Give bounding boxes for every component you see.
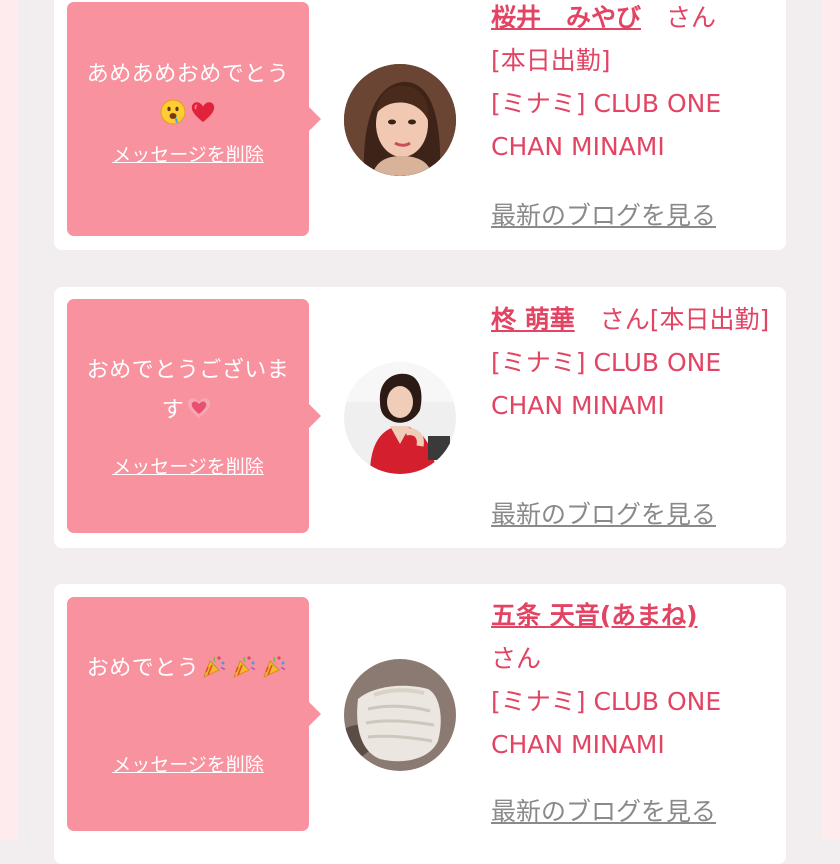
work-status: [本日出勤] xyxy=(649,305,770,334)
message-text: あめあめおめでとう xyxy=(77,55,299,135)
shop-line: [ミナミ] CLUB ONE CHAN MINAMI xyxy=(491,680,781,766)
latest-blog-link[interactable]: 最新のブログを見る xyxy=(491,196,716,232)
message-bubble: おめでとう メッセージを削除 xyxy=(67,597,321,831)
honorific: さん xyxy=(491,644,542,673)
cast-name-line: 桜井 みやび さん xyxy=(491,0,781,39)
party-popper-emoji-icon xyxy=(261,653,287,679)
woman-red-dress-avatar-icon xyxy=(344,362,456,474)
party-popper-emoji-icon xyxy=(201,653,227,679)
party-popper-emoji-icon xyxy=(231,653,257,679)
honorific: さん xyxy=(599,305,650,334)
shop-area: [ミナミ] xyxy=(491,687,586,716)
message-card: おめでとうございます メッセージを削除 柊 萌華 さん[本日出勤] [ミナミ] … xyxy=(54,287,786,548)
drooling-face-emoji-icon xyxy=(160,99,186,125)
message-bubble: あめあめおめでとう メッセージを削除 xyxy=(67,2,321,236)
cast-name-link[interactable]: 桜井 みやび xyxy=(491,3,641,32)
avatar[interactable] xyxy=(344,362,456,474)
woman-selfie-avatar-icon xyxy=(344,64,456,176)
delete-message-link[interactable]: メッセージを削除 xyxy=(67,140,309,167)
shop-area: [ミナミ] xyxy=(491,89,586,118)
work-status: [本日出勤] xyxy=(491,46,611,75)
message-card: おめでとう メッセージを削除 五条 天音(あまね) さん [ミナミ] CLUB … xyxy=(54,584,786,864)
cast-name-line: 五条 天音(あまね) xyxy=(491,594,781,637)
message-text: おめでとう xyxy=(77,649,299,689)
growing-heart-emoji-icon xyxy=(186,395,212,421)
message-text-body: おめでとう xyxy=(86,656,200,681)
shop-line: [ミナミ] CLUB ONE CHAN MINAMI xyxy=(491,341,781,427)
message-card: あめあめおめでとう メッセージを削除 桜井 みやび さん [本日出勤] [ミナミ… xyxy=(54,0,786,250)
message-text-body: あめあめおめでとう xyxy=(86,62,290,87)
white-dress-avatar-icon xyxy=(344,659,456,771)
delete-message-link[interactable]: メッセージを削除 xyxy=(67,750,309,777)
cast-name-link[interactable]: 五条 天音(あまね) xyxy=(491,601,698,630)
cast-name-line: 柊 萌華 さん[本日出勤] xyxy=(491,298,781,341)
page-edge-right xyxy=(822,0,840,840)
avatar[interactable] xyxy=(344,659,456,771)
cast-info: 柊 萌華 さん[本日出勤] [ミナミ] CLUB ONE CHAN MINAMI xyxy=(491,298,781,427)
red-heart-emoji-icon xyxy=(190,99,216,125)
page-edge-left xyxy=(0,0,18,840)
cast-info: 桜井 みやび さん [本日出勤] [ミナミ] CLUB ONE CHAN MIN… xyxy=(491,0,781,168)
latest-blog-link[interactable]: 最新のブログを見る xyxy=(491,495,716,531)
message-text: おめでとうございます xyxy=(77,351,299,431)
avatar[interactable] xyxy=(344,64,456,176)
cast-info: 五条 天音(あまね) さん [ミナミ] CLUB ONE CHAN MINAMI xyxy=(491,594,781,766)
shop-line: [ミナミ] CLUB ONE CHAN MINAMI xyxy=(491,82,781,168)
honorific: さん xyxy=(666,3,717,32)
message-bubble: おめでとうございます メッセージを削除 xyxy=(67,299,321,533)
shop-area: [ミナミ] xyxy=(491,348,586,377)
latest-blog-link[interactable]: 最新のブログを見る xyxy=(491,792,716,828)
delete-message-link[interactable]: メッセージを削除 xyxy=(67,452,309,479)
cast-name-link[interactable]: 柊 萌華 xyxy=(491,305,575,334)
